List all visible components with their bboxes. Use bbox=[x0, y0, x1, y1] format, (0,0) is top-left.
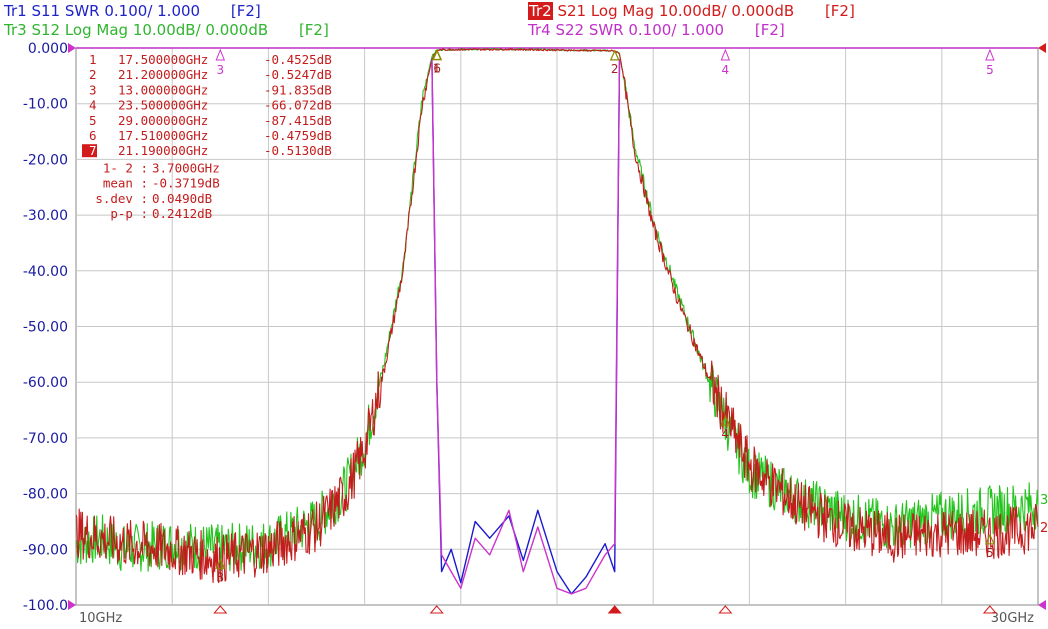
top-marker-label-4: 4 bbox=[722, 63, 730, 77]
y-tick-label: -50.00 bbox=[23, 320, 68, 336]
stats-label: s.dev : bbox=[95, 191, 148, 206]
bottom-marker-2 bbox=[607, 605, 622, 614]
y-tick-label: -60.00 bbox=[23, 375, 68, 391]
y-tick-label: -40.00 bbox=[23, 264, 68, 280]
right-bottom-arrow bbox=[1038, 600, 1046, 610]
y-tick-label: -20.00 bbox=[23, 152, 68, 168]
y-tick-label: -100.0 bbox=[23, 598, 68, 614]
bottom-marker-0 bbox=[213, 605, 228, 614]
top-marker-label-3: 3 bbox=[216, 63, 224, 77]
right-ref-arrow bbox=[1038, 43, 1046, 53]
marker-label-5: 5 bbox=[986, 546, 994, 560]
bottom-marker-3 bbox=[718, 605, 733, 614]
bottom-marker-1 bbox=[429, 605, 444, 614]
x-tick-label: 10GHz bbox=[79, 611, 122, 626]
marker-table-num: 6 bbox=[89, 128, 97, 143]
y-tick-label: -30.00 bbox=[23, 208, 68, 224]
y-tick-label: -90.00 bbox=[23, 542, 68, 558]
stats-label: p-p : bbox=[110, 206, 148, 221]
stats-value: 0.0490dB bbox=[152, 191, 212, 206]
marker-table-value: -66.072dB bbox=[264, 98, 332, 113]
marker-label-4: 4 bbox=[722, 427, 730, 441]
marker-table-num: 2 bbox=[89, 67, 97, 82]
marker-table-freq: 21.200000GHz bbox=[118, 67, 208, 82]
marker-table-freq: 21.190000GHz bbox=[118, 143, 208, 158]
stats-label: 1- 2 : bbox=[103, 160, 148, 175]
stats-label: mean : bbox=[103, 176, 148, 191]
stats-value: -0.3719dB bbox=[152, 176, 220, 191]
stats-value: 3.7000GHz bbox=[152, 160, 220, 175]
right-trace-label-3: 3 bbox=[1040, 493, 1048, 508]
marker-label-3: 3 bbox=[216, 570, 224, 584]
marker-table-num: 5 bbox=[89, 113, 97, 128]
marker-table-value: -0.4525dB bbox=[264, 52, 332, 67]
y-tick-label: -70.00 bbox=[23, 431, 68, 447]
marker-table-num: 7 bbox=[89, 143, 97, 158]
marker-table-value: -87.415dB bbox=[264, 113, 332, 128]
marker-table-num: 1 bbox=[89, 52, 97, 67]
marker-table-value: -0.5247dB bbox=[264, 67, 332, 82]
marker-table-value: -0.4759dB bbox=[264, 128, 332, 143]
marker-table-num: 3 bbox=[89, 82, 97, 97]
marker-table-freq: 17.500000GHz bbox=[118, 52, 208, 67]
y-tick-label: 0.000 bbox=[28, 41, 68, 57]
marker-table-value: -91.835dB bbox=[264, 82, 332, 97]
marker-table-value: -0.5130dB bbox=[264, 143, 332, 158]
y-tick-label: -80.00 bbox=[23, 487, 68, 503]
marker-label-2: 2 bbox=[611, 62, 619, 76]
top-marker-label-5: 5 bbox=[986, 63, 994, 77]
marker-table-freq: 29.000000GHz bbox=[118, 113, 208, 128]
left-bottom-arrow bbox=[68, 600, 76, 610]
marker-table-num: 4 bbox=[89, 98, 97, 113]
marker-table-freq: 17.510000GHz bbox=[118, 128, 208, 143]
left-ref-arrow bbox=[68, 43, 76, 53]
right-trace-label-2: 2 bbox=[1040, 521, 1048, 536]
marker-table-freq: 23.500000GHz bbox=[118, 98, 208, 113]
marker-label-6: 6 bbox=[433, 62, 441, 76]
marker-table-freq: 13.000000GHz bbox=[118, 82, 208, 97]
x-tick-label: 30GHz bbox=[991, 611, 1034, 626]
y-tick-label: -10.00 bbox=[23, 97, 68, 113]
stats-value: 0.2412dB bbox=[152, 206, 212, 221]
chart-area: 0.000 -10.00 -20.00 -30.00 -40.00 -50.00 -60.0… bbox=[23, 41, 1048, 626]
